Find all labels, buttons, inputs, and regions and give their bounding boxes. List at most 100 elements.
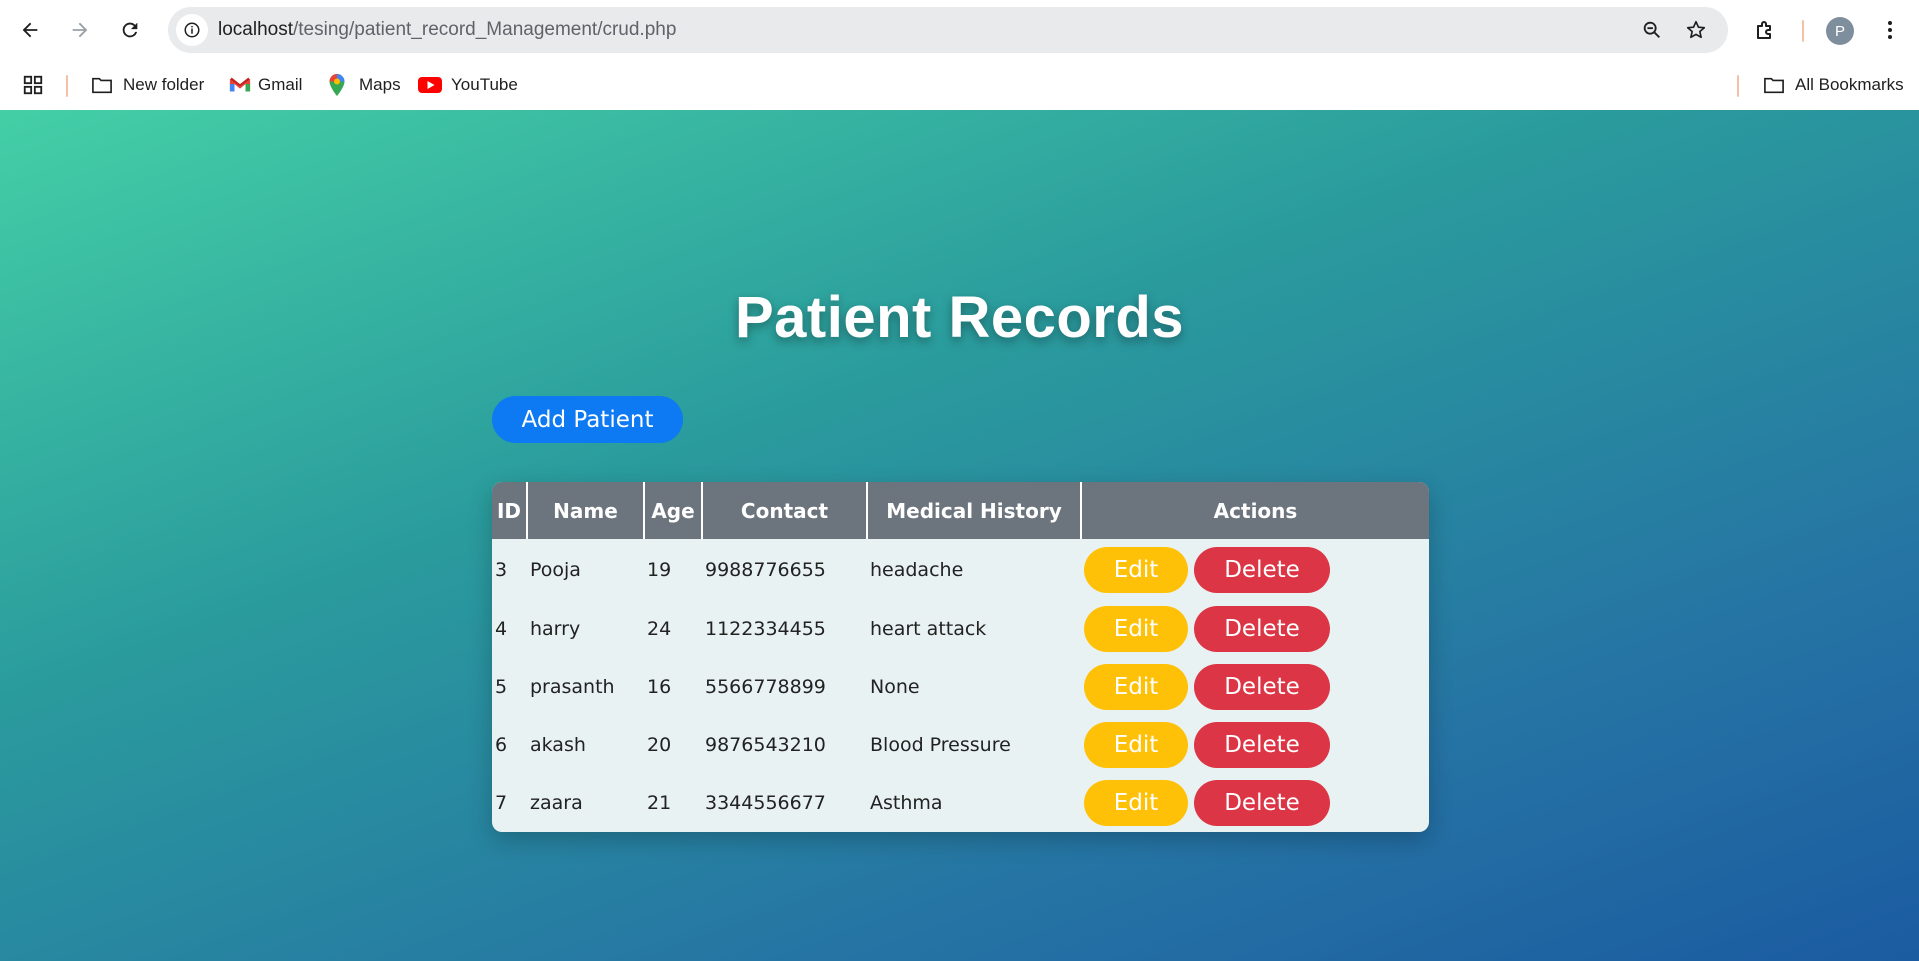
header-id: ID bbox=[492, 482, 528, 539]
cell-actions: Edit Delete bbox=[1081, 774, 1429, 832]
bookmark-label: Maps bbox=[359, 75, 401, 94]
cell-name: zaara bbox=[530, 792, 583, 814]
table-row: 7 zaara 21 3344556677 Asthma Edit Delete bbox=[492, 774, 1429, 832]
cell-id: 5 bbox=[495, 676, 508, 698]
add-patient-button[interactable]: Add Patient bbox=[492, 396, 683, 443]
patient-table-container: ID Name Age Contact Medical History Acti… bbox=[492, 482, 1429, 832]
cell-contact: 9876543210 bbox=[705, 734, 826, 756]
cell-medical-history: headache bbox=[870, 558, 964, 581]
cell-name: prasanth bbox=[530, 676, 615, 698]
header-actions: Actions bbox=[1081, 482, 1429, 539]
cell-contact: 1122334455 bbox=[705, 618, 826, 640]
bookmark-label: New folder bbox=[123, 75, 205, 94]
site-info-button[interactable] bbox=[176, 14, 208, 46]
zoom-icon bbox=[1643, 21, 1660, 38]
cell-actions: Edit Delete bbox=[1081, 539, 1429, 600]
delete-button[interactable]: Delete bbox=[1194, 780, 1330, 826]
back-arrow-icon bbox=[22, 22, 38, 38]
bookmark-star-button[interactable] bbox=[1681, 15, 1711, 45]
url-host: localhost bbox=[218, 19, 293, 40]
cell-name: harry bbox=[530, 618, 581, 640]
menu-button[interactable] bbox=[1872, 12, 1908, 48]
cell-actions: Edit Delete bbox=[1081, 716, 1429, 774]
cell-medical-history: Asthma bbox=[870, 792, 943, 814]
cell-actions: Edit Delete bbox=[1081, 600, 1429, 658]
delete-button[interactable]: Delete bbox=[1194, 546, 1330, 593]
folder-icon bbox=[90, 73, 114, 97]
bookmarks-separator bbox=[1737, 75, 1739, 97]
cell-age: 20 bbox=[647, 734, 672, 756]
url-path: /tesing/patient_record_Management/crud.p… bbox=[293, 19, 677, 40]
reload-icon bbox=[122, 22, 138, 38]
page-content: Patient Records Add Patient ID Name Age … bbox=[0, 110, 1919, 961]
delete-button[interactable]: Delete bbox=[1194, 606, 1330, 652]
header-age: Age bbox=[644, 482, 703, 539]
cell-age: 24 bbox=[647, 618, 672, 640]
patient-table: ID Name Age Contact Medical History Acti… bbox=[492, 482, 1429, 832]
forward-arrow-icon bbox=[72, 22, 88, 38]
cell-id: 3 bbox=[495, 558, 508, 581]
bookmark-label: Gmail bbox=[258, 75, 303, 94]
maps-icon bbox=[325, 73, 349, 97]
extensions-button[interactable] bbox=[1747, 12, 1783, 48]
bookmarks-bar: New folder Gmail Maps YouTube All Bookma… bbox=[0, 60, 1919, 110]
delete-button[interactable]: Delete bbox=[1194, 722, 1330, 768]
gmail-icon bbox=[228, 73, 252, 97]
edit-button[interactable]: Edit bbox=[1084, 722, 1188, 768]
delete-button[interactable]: Delete bbox=[1194, 664, 1330, 710]
bookmarks-separator bbox=[66, 75, 68, 97]
cell-age: 16 bbox=[647, 676, 672, 698]
youtube-icon bbox=[418, 73, 442, 97]
cell-medical-history: heart attack bbox=[870, 618, 987, 640]
header-medical-history: Medical History bbox=[867, 482, 1082, 539]
edit-button[interactable]: Edit bbox=[1084, 664, 1188, 710]
cell-age: 19 bbox=[647, 558, 672, 581]
table-header-row: ID Name Age Contact Medical History Acti… bbox=[492, 482, 1429, 539]
bookmark-youtube[interactable]: YouTube bbox=[418, 68, 518, 102]
cell-actions: Edit Delete bbox=[1081, 658, 1429, 716]
apps-grid-icon bbox=[23, 75, 43, 95]
bookmark-gmail[interactable]: Gmail bbox=[228, 68, 302, 102]
kebab-menu-icon bbox=[1888, 21, 1892, 39]
cell-name: akash bbox=[530, 734, 586, 756]
reload-button[interactable] bbox=[112, 12, 148, 48]
info-icon bbox=[184, 22, 200, 38]
cell-id: 4 bbox=[495, 618, 508, 640]
cell-medical-history: None bbox=[870, 676, 920, 698]
all-bookmarks-button[interactable]: All Bookmarks bbox=[1762, 68, 1904, 102]
puzzle-icon bbox=[1757, 21, 1771, 39]
cell-id: 7 bbox=[495, 792, 508, 814]
cell-contact: 3344556677 bbox=[705, 792, 826, 814]
table-row: 3 Pooja 19 9988776655 headache Edit Dele… bbox=[492, 539, 1429, 600]
profile-avatar[interactable]: P bbox=[1826, 17, 1854, 45]
bookmark-new-folder[interactable]: New folder bbox=[90, 68, 204, 102]
header-contact: Contact bbox=[702, 482, 868, 539]
header-name: Name bbox=[527, 482, 645, 539]
edit-button[interactable]: Edit bbox=[1084, 546, 1188, 593]
all-bookmarks-label: All Bookmarks bbox=[1795, 75, 1904, 94]
apps-button[interactable] bbox=[22, 68, 44, 102]
url-text[interactable]: localhost/tesing/patient_record_Manageme… bbox=[218, 7, 676, 53]
cell-contact: 5566778899 bbox=[705, 676, 826, 698]
table-row: 4 harry 24 1122334455 heart attack Edit … bbox=[492, 600, 1429, 658]
cell-medical-history: Blood Pressure bbox=[870, 734, 1011, 756]
back-button[interactable] bbox=[12, 12, 48, 48]
cell-id: 6 bbox=[495, 734, 508, 756]
browser-toolbar: localhost/tesing/patient_record_Manageme… bbox=[0, 0, 1919, 60]
edit-button[interactable]: Edit bbox=[1084, 606, 1188, 652]
address-bar[interactable]: localhost/tesing/patient_record_Manageme… bbox=[168, 7, 1728, 53]
star-icon bbox=[1686, 20, 1706, 39]
cell-name: Pooja bbox=[530, 558, 581, 581]
edit-button[interactable]: Edit bbox=[1084, 780, 1188, 826]
forward-button[interactable] bbox=[62, 12, 98, 48]
bookmark-label: YouTube bbox=[451, 75, 518, 94]
folder-icon bbox=[1762, 73, 1786, 97]
page-title: Patient Records bbox=[734, 285, 1185, 350]
table-row: 5 prasanth 16 5566778899 None Edit Delet… bbox=[492, 658, 1429, 716]
table-row: 6 akash 20 9876543210 Blood Pressure Edi… bbox=[492, 716, 1429, 774]
cell-age: 21 bbox=[647, 792, 672, 814]
cell-contact: 9988776655 bbox=[705, 558, 826, 581]
toolbar-separator bbox=[1802, 20, 1804, 42]
zoom-button[interactable] bbox=[1637, 15, 1667, 45]
bookmark-maps[interactable]: Maps bbox=[325, 68, 401, 102]
